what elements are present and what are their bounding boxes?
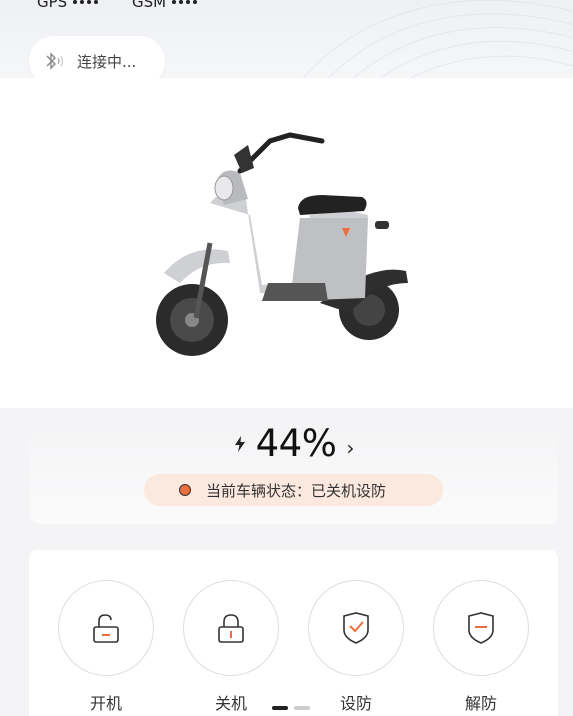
gps-signal-bars-icon xyxy=(73,0,99,4)
arm-button[interactable]: 设防 xyxy=(308,580,404,714)
disarm-circle[interactable] xyxy=(433,580,529,676)
vehicle-status-pill: 当前车辆状态：已关机设防 xyxy=(144,474,443,506)
battery-row[interactable]: 44% › xyxy=(30,422,558,465)
arm-label: 设防 xyxy=(339,694,372,713)
power-on-button[interactable]: 开机 xyxy=(58,580,154,714)
power-off-button[interactable]: 关机 xyxy=(183,580,279,714)
battery-status-card: 44% › 当前车辆状态：已关机设防 xyxy=(30,410,558,524)
vehicle-status-text: 当前车辆状态：已关机设防 xyxy=(206,481,387,500)
gsm-signal-bars-icon xyxy=(172,0,198,4)
decorative-swirl xyxy=(300,0,573,80)
charging-bolt-icon xyxy=(234,435,245,452)
power-off-label: 关机 xyxy=(214,694,247,713)
battery-percentage: 44% xyxy=(255,422,337,465)
gsm-label: GSM xyxy=(132,0,167,11)
connection-status-text: 连接中... xyxy=(77,52,137,71)
shield-check-icon xyxy=(343,612,369,644)
gsm-signal: GSM xyxy=(132,0,198,11)
scooter-image xyxy=(156,132,408,356)
page-dot-active[interactable] xyxy=(272,706,288,710)
bluetooth-icon xyxy=(46,52,64,70)
gps-signal: GPS xyxy=(37,0,99,11)
power-on-label: 开机 xyxy=(89,694,122,713)
status-dot-icon xyxy=(179,484,191,496)
power-on-circle[interactable] xyxy=(58,580,154,676)
gps-label: GPS xyxy=(37,0,68,11)
page-dot[interactable] xyxy=(294,706,310,710)
lock-icon xyxy=(218,614,244,643)
chevron-right-icon: › xyxy=(346,435,355,460)
shield-off-icon xyxy=(468,612,494,644)
power-off-circle[interactable] xyxy=(183,580,279,676)
arm-circle[interactable] xyxy=(308,580,404,676)
disarm-label: 解防 xyxy=(464,694,497,713)
action-panel: 开机 关机 设防 解防 xyxy=(29,550,558,716)
page-indicator[interactable] xyxy=(272,706,310,710)
disarm-button[interactable]: 解防 xyxy=(433,580,529,714)
vehicle-image-area xyxy=(0,78,573,408)
unlock-icon xyxy=(93,614,119,643)
